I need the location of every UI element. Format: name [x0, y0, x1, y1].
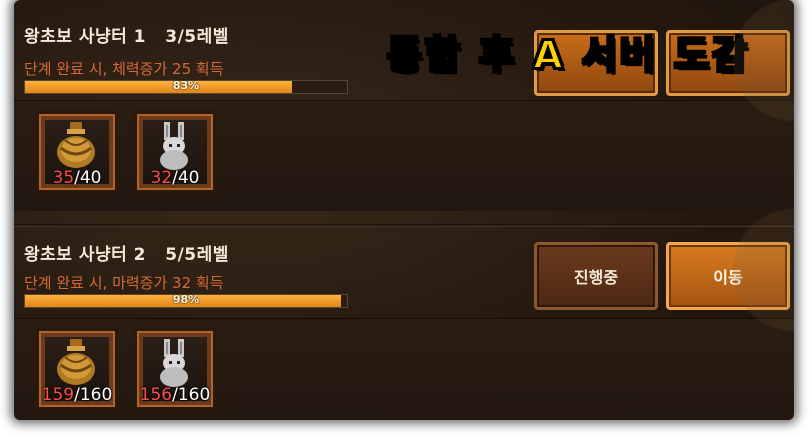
row-title: 왕초보 사냥터 1 3/5레벨: [24, 27, 229, 47]
rabbit-icon: [160, 339, 188, 387]
rabbit-icon: [160, 122, 188, 170]
item-count: 35/40: [52, 168, 102, 188]
collection-row-2: 왕초보 사냥터 2 5/5레벨 단계 완료 시, 마력증가 32 획득 98% …: [14, 230, 794, 420]
row-title: 왕초보 사냥터 2 5/5레벨: [24, 245, 229, 265]
collection-panel: 왕초보 사냥터 1 3/5레벨 단계 완료 시, 체력증가 25 획득 83% …: [14, 0, 794, 420]
row-reward-text: 단계 완료 시, 체력증가 25 획득: [24, 60, 224, 78]
items-band: [14, 318, 794, 420]
item-count: 156/160: [139, 385, 211, 405]
progress-bar: 98%: [24, 293, 348, 308]
progress-bar: 83%: [24, 79, 348, 94]
item-count: 32/40: [150, 168, 200, 188]
move-button[interactable]: 이동: [666, 242, 790, 310]
acorn-bag-icon: [57, 122, 95, 168]
row-reward-text: 단계 완료 시, 마력증가 32 획득: [24, 274, 224, 292]
progress-percent: 98%: [172, 293, 200, 306]
item-slot[interactable]: 159/160: [36, 328, 118, 410]
items-band: [14, 100, 794, 211]
in-progress-button[interactable]: 진행중: [534, 242, 658, 310]
row-divider: [14, 224, 794, 227]
item-count: 159/160: [41, 385, 113, 405]
item-slot[interactable]: 32/40: [134, 111, 216, 193]
item-slot[interactable]: 156/160: [134, 328, 216, 410]
acorn-bag-icon: [57, 339, 95, 385]
item-slot[interactable]: 35/40: [36, 111, 118, 193]
overlay-title: 통합 후 A 서버 도감: [386, 32, 750, 78]
progress-percent: 83%: [172, 79, 200, 92]
